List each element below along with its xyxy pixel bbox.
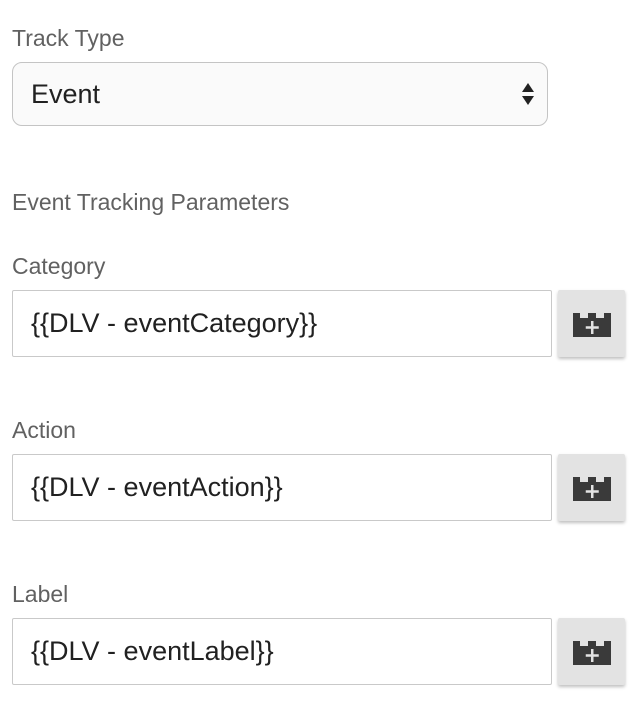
variable-picker-icon: [572, 312, 611, 337]
event-tracking-parameters-heading: Event Tracking Parameters: [12, 189, 290, 215]
track-type-selected-value: Event: [31, 78, 101, 109]
variable-picker-icon: [572, 640, 611, 665]
label-input[interactable]: {{DLV - eventLabel}}: [12, 618, 552, 685]
variable-picker-icon: [572, 476, 611, 501]
category-label: Category: [12, 253, 106, 279]
action-label: Action: [12, 417, 76, 443]
action-input[interactable]: {{DLV - eventAction}}: [12, 454, 552, 521]
category-input-value: {{DLV - eventCategory}}: [31, 308, 318, 338]
action-variable-picker-button[interactable]: [558, 454, 625, 521]
track-type-label: Track Type: [12, 25, 125, 51]
category-input[interactable]: {{DLV - eventCategory}}: [12, 290, 552, 357]
label-input-value: {{DLV - eventLabel}}: [31, 636, 274, 666]
action-input-value: {{DLV - eventAction}}: [31, 472, 283, 502]
label-label: Label: [12, 581, 69, 607]
track-type-select[interactable]: Event: [12, 62, 548, 126]
category-variable-picker-button[interactable]: [558, 290, 625, 357]
label-variable-picker-button[interactable]: [558, 618, 625, 685]
select-arrows-icon: [522, 83, 534, 105]
